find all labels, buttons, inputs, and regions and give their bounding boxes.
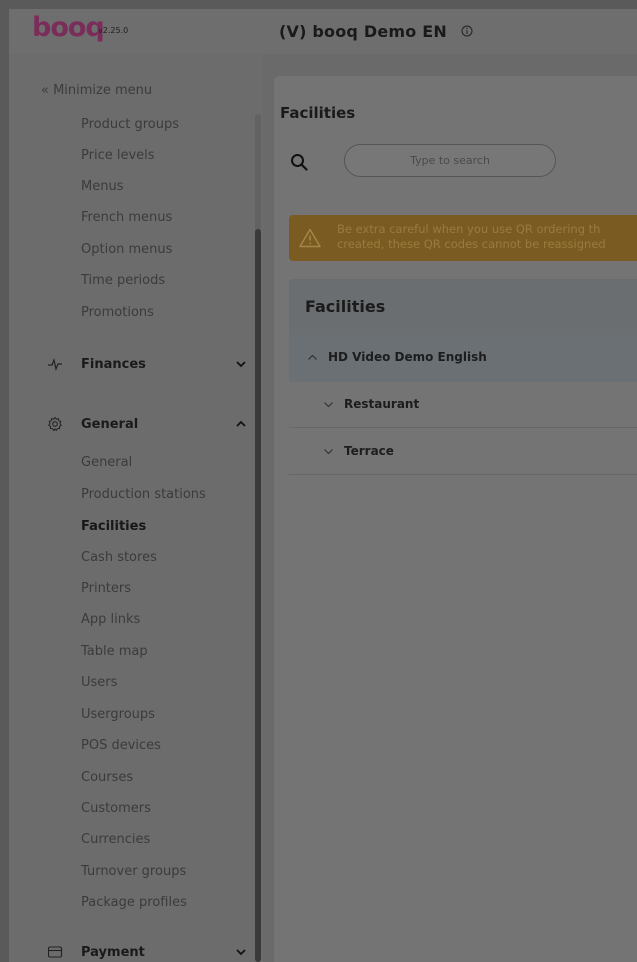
top-bar: booq v2.25.0 (V) booq Demo EN <box>9 9 637 54</box>
qr-warning-banner: Be extra careful when you use QR orderin… <box>289 215 637 261</box>
logo-text: booq <box>32 12 105 43</box>
pulse-icon <box>48 357 62 372</box>
app-version: v2.25.0 <box>98 26 129 35</box>
app-window: booq v2.25.0 (V) booq Demo EN « Minimize… <box>9 9 637 962</box>
booq-logo[interactable]: booq <box>32 12 105 43</box>
sidebar-item-printers[interactable]: Printers <box>81 581 131 596</box>
sidebar-item-customers[interactable]: Customers <box>81 801 151 816</box>
sidebar-item-promotions[interactable]: Promotions <box>81 305 154 320</box>
minimize-menu-button[interactable]: « Minimize menu <box>41 83 152 98</box>
sidebar-item-menus[interactable]: Menus <box>81 179 123 194</box>
gear-icon <box>47 416 63 432</box>
sidebar-item-time-periods[interactable]: Time periods <box>81 273 165 288</box>
warning-triangle-icon <box>299 228 321 248</box>
sidebar-item-cash-stores[interactable]: Cash stores <box>81 550 157 565</box>
facility-label: HD Video Demo English <box>328 350 487 364</box>
facility-row-restaurant[interactable]: Restaurant <box>289 382 637 428</box>
chevron-down-icon <box>236 361 246 368</box>
sidebar-item-package-profiles[interactable]: Package profiles <box>81 895 187 910</box>
warning-line-2: created, these QR codes cannot be reassi… <box>337 237 606 251</box>
sidebar-item-courses[interactable]: Courses <box>81 770 133 785</box>
section-label-payment: Payment <box>81 944 145 960</box>
sidebar-item-users[interactable]: Users <box>81 675 117 690</box>
sidebar-item-price-levels[interactable]: Price levels <box>81 148 155 163</box>
sidebar-item-pos-devices[interactable]: POS devices <box>81 738 161 753</box>
sidebar-scrollbar-thumb[interactable] <box>255 229 261 962</box>
chevron-down-icon <box>324 402 333 408</box>
page-title: Facilities <box>280 104 356 122</box>
section-label-finances: Finances <box>81 356 146 372</box>
section-label-general: General <box>81 416 139 432</box>
chevron-up-icon <box>236 420 246 427</box>
chevron-up-icon <box>308 354 317 360</box>
sidebar-item-usergroups[interactable]: Usergroups <box>81 707 155 722</box>
warning-line-1: Be extra careful when you use QR orderin… <box>337 222 601 236</box>
sidebar-section-general[interactable]: General <box>47 414 247 434</box>
search-icon[interactable] <box>290 153 308 171</box>
sidebar-section-payment[interactable]: Payment <box>47 942 247 962</box>
chevron-down-icon <box>324 449 333 455</box>
credit-card-icon <box>47 946 63 958</box>
facility-row-terrace[interactable]: Terrace <box>289 429 637 475</box>
content-panel <box>274 76 637 962</box>
sidebar: « Minimize menu Product groups Price lev… <box>9 54 263 962</box>
sidebar-item-currencies[interactable]: Currencies <box>81 832 150 847</box>
facilities-card-header: Facilities <box>289 279 637 335</box>
sidebar-item-option-menus[interactable]: Option menus <box>81 242 172 257</box>
facility-label: Restaurant <box>344 397 420 411</box>
facility-row-hd-video-demo-english[interactable]: HD Video Demo English <box>289 335 637 382</box>
facility-label: Terrace <box>344 444 394 458</box>
sidebar-item-app-links[interactable]: App links <box>81 612 140 627</box>
venue-name[interactable]: (V) booq Demo EN <box>279 22 447 41</box>
facilities-card-title: Facilities <box>305 297 386 316</box>
sidebar-item-production-stations[interactable]: Production stations <box>81 487 206 502</box>
sidebar-section-finances[interactable]: Finances <box>47 354 247 374</box>
search-input[interactable] <box>344 144 556 177</box>
main-content <box>263 54 637 962</box>
sidebar-item-product-groups[interactable]: Product groups <box>81 117 179 132</box>
sidebar-item-facilities[interactable]: Facilities <box>81 519 146 534</box>
sidebar-item-french-menus[interactable]: French menus <box>81 210 172 225</box>
sidebar-item-turnover-groups[interactable]: Turnover groups <box>81 864 186 879</box>
info-icon[interactable] <box>461 25 473 37</box>
sidebar-item-general[interactable]: General <box>81 455 132 470</box>
chevron-down-icon <box>236 949 246 956</box>
warning-text: Be extra careful when you use QR orderin… <box>337 222 606 252</box>
sidebar-item-table-map[interactable]: Table map <box>81 644 148 659</box>
